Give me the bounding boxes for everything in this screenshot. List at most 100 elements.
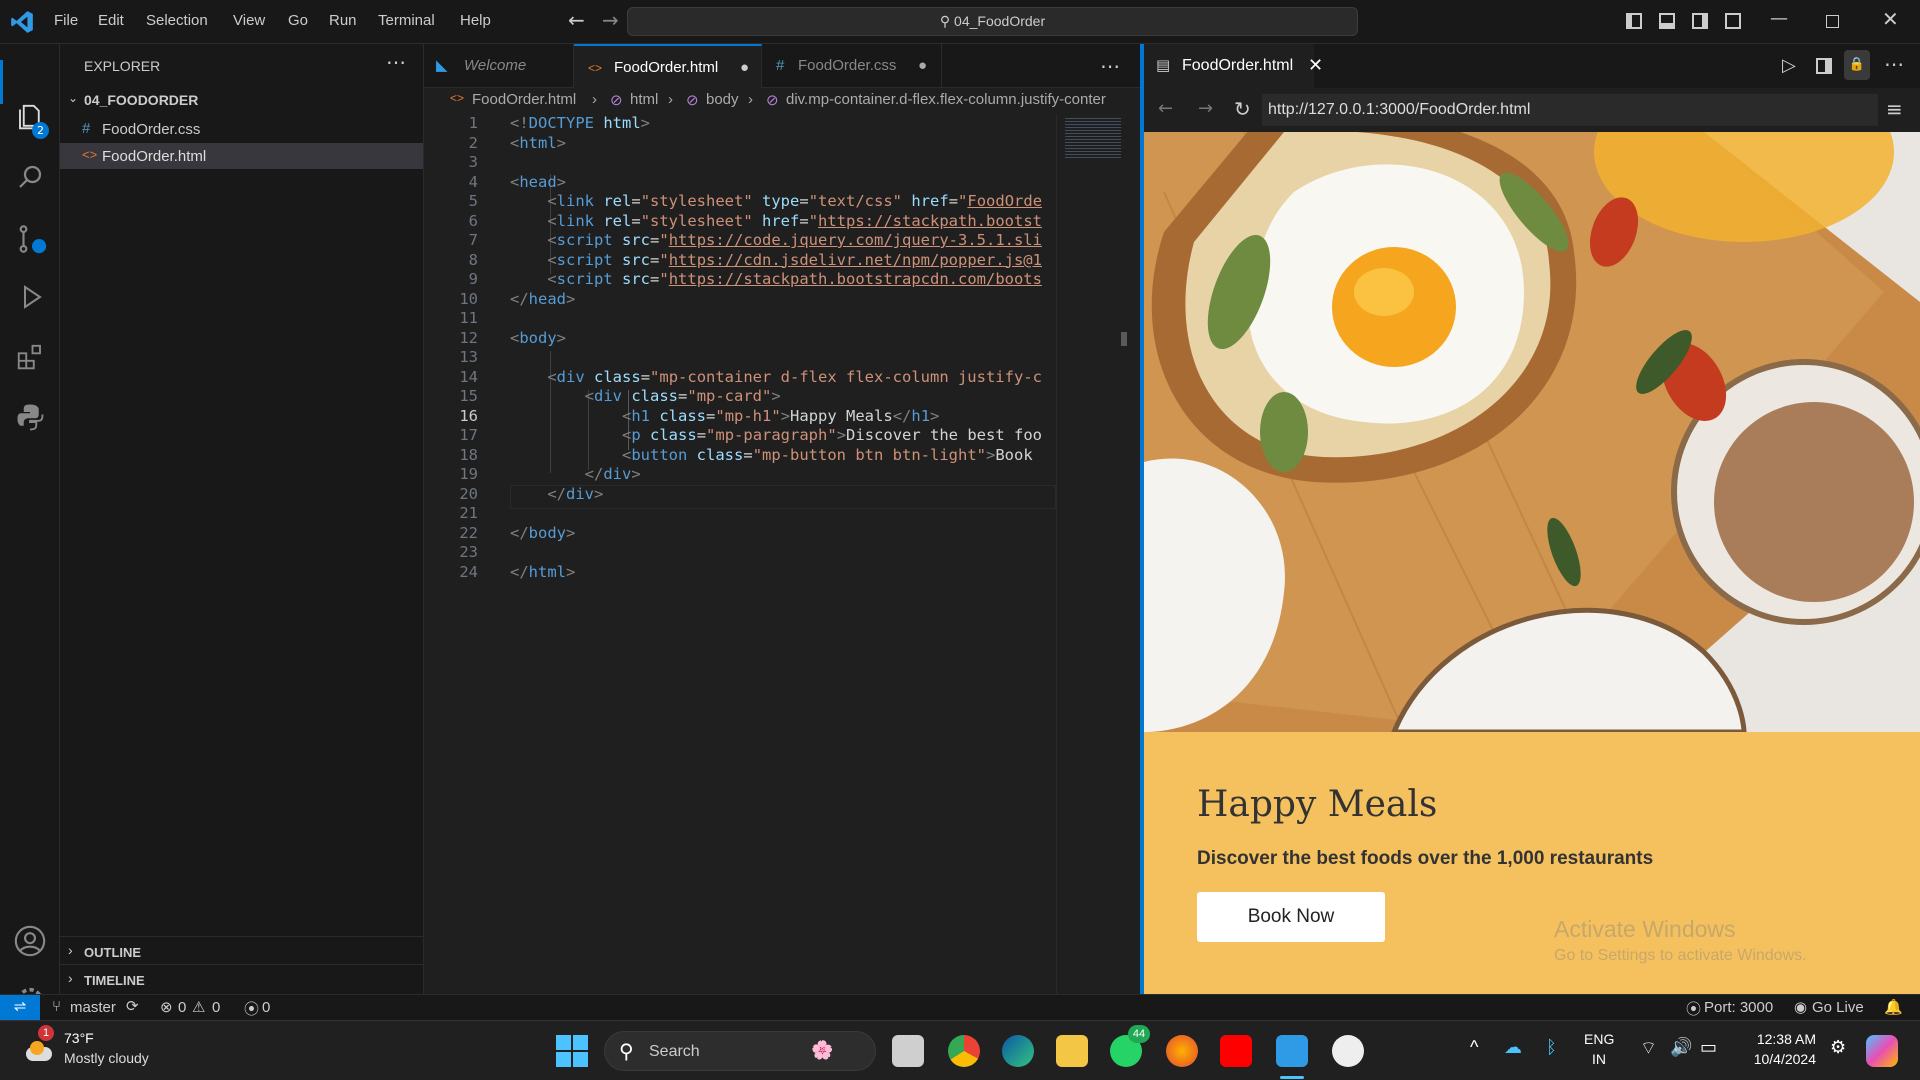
weather-temp[interactable]: 73°F (64, 1030, 94, 1046)
warning-count[interactable]: 0 (212, 999, 220, 1016)
forward-arrow-icon[interactable]: → (1198, 98, 1213, 119)
notification-gear-icon[interactable]: ⚙ (1830, 1037, 1846, 1058)
search-highlight-icon: 🌸 (811, 1040, 834, 1060)
minimize-icon[interactable]: — (1770, 8, 1788, 29)
menu-go[interactable]: Go (288, 12, 308, 29)
reload-icon[interactable]: ↻ (1234, 97, 1251, 121)
close-tab-icon[interactable]: ✕ (1308, 55, 1323, 76)
branch-name[interactable]: master (70, 999, 116, 1016)
windows-start-icon[interactable] (556, 1035, 588, 1067)
task-view-icon[interactable] (892, 1035, 924, 1067)
code-token: </ (510, 289, 529, 308)
menu-help[interactable]: Help (460, 12, 491, 29)
battery-icon[interactable]: ▭ (1700, 1037, 1717, 1058)
tab-foodorder-css[interactable]: # FoodOrder.css ● (762, 44, 942, 88)
scrollbar-thumb[interactable] (1121, 332, 1127, 346)
code-token: = (678, 387, 688, 405)
run-debug-icon[interactable] (15, 282, 45, 312)
accounts-icon[interactable] (13, 924, 47, 958)
vscode-taskbar-icon[interactable] (1276, 1035, 1308, 1067)
ports-count[interactable]: 0 (262, 999, 270, 1016)
clock-date[interactable]: 10/4/2024 (1744, 1051, 1816, 1067)
file-explorer-icon[interactable] (1056, 1035, 1088, 1067)
lang-secondary[interactable]: IN (1592, 1051, 1606, 1067)
edge-icon[interactable] (1002, 1035, 1034, 1067)
menu-selection[interactable]: Selection (146, 12, 208, 29)
code-token: < (510, 133, 520, 152)
folder-row[interactable]: ⌄ 04_FOODORDER (60, 88, 423, 112)
code-token: > (780, 406, 791, 425)
branch-icon[interactable]: ⑂ (52, 998, 61, 1015)
volume-icon[interactable]: 🔊 (1670, 1037, 1692, 1058)
code-token: html (603, 114, 641, 132)
forward-arrow-icon[interactable]: → (602, 8, 619, 32)
menu-terminal[interactable]: Terminal (378, 12, 435, 29)
remote-icon[interactable]: ⇌ (0, 995, 40, 1021)
run-icon[interactable]: ▷ (1782, 55, 1796, 76)
extensions-icon[interactable] (15, 342, 45, 372)
tab-welcome[interactable]: ◣ Welcome (424, 44, 574, 88)
menu-edit[interactable]: Edit (98, 12, 124, 29)
unsaved-dot-icon[interactable]: ● (740, 46, 749, 90)
clock-time[interactable]: 12:38 AM (1744, 1031, 1816, 1047)
notifications-bell-icon[interactable]: 🔔 (1884, 998, 1903, 1016)
more-actions-icon[interactable]: ⋯ (1884, 52, 1904, 76)
search-icon[interactable] (15, 162, 45, 192)
more-actions-icon[interactable]: ⋯ (386, 50, 406, 75)
error-icon[interactable]: ⊗ (160, 998, 173, 1016)
more-actions-icon[interactable]: ⋯ (1100, 54, 1120, 78)
menu-file[interactable]: File (54, 12, 78, 29)
breadcrumb-body[interactable]: body (706, 91, 739, 108)
breadcrumb-div[interactable]: div.mp-container.d-flex.flex-column.just… (786, 91, 1106, 108)
file-item-css[interactable]: # FoodOrder.css (60, 116, 423, 142)
unsaved-dot-icon[interactable]: ● (918, 44, 927, 88)
back-arrow-icon[interactable]: ← (568, 8, 585, 32)
outline-section[interactable]: › OUTLINE (60, 940, 423, 964)
warning-icon[interactable]: ⚠ (192, 998, 205, 1016)
restore-icon[interactable] (1826, 15, 1839, 28)
breadcrumb-file[interactable]: FoodOrder.html (472, 91, 576, 108)
bluetooth-icon[interactable]: ᛒ (1546, 1037, 1557, 1058)
close-window-icon[interactable]: ✕ (1882, 7, 1899, 31)
wifi-icon[interactable]: ⌔ (1640, 1037, 1657, 1060)
explorer-title: EXPLORER (84, 58, 161, 74)
url-input[interactable]: http://127.0.0.1:3000/FoodOrder.html (1262, 94, 1878, 126)
firefox-icon[interactable] (1166, 1035, 1198, 1067)
port-label[interactable]: Port: 3000 (1704, 999, 1773, 1016)
lang-primary[interactable]: ENG (1584, 1031, 1614, 1047)
ports-icon[interactable]: ⦿ (244, 998, 259, 1019)
file-name: FoodOrder.css (102, 121, 201, 138)
weather-desc[interactable]: Mostly cloudy (64, 1050, 149, 1066)
code-editor[interactable]: 1 <!DOCTYPE html> 2 <html> 3 4 <head> 5 <link r… (424, 114, 1056, 994)
copilot-icon[interactable] (1866, 1035, 1898, 1067)
preview-tab[interactable]: ▤ FoodOrder.html ✕ (1144, 44, 1323, 88)
breadcrumb-html[interactable]: html (630, 91, 658, 108)
taskbar-search-box[interactable]: ⚲ Search 🌸 (604, 1031, 876, 1071)
book-now-button[interactable]: Book Now (1197, 892, 1385, 942)
go-live-button[interactable]: Go Live (1812, 999, 1864, 1016)
toggle-sidebar-icon[interactable] (1626, 13, 1642, 29)
app-icon[interactable] (1332, 1035, 1364, 1067)
timeline-section[interactable]: › TIMELINE (60, 968, 423, 992)
sync-icon[interactable]: ⟳ (126, 997, 139, 1015)
youtube-icon[interactable] (1220, 1035, 1252, 1067)
chrome-icon[interactable] (948, 1035, 980, 1067)
source-control-icon[interactable] (15, 222, 49, 256)
menu-run[interactable]: Run (329, 12, 357, 29)
python-icon[interactable] (15, 402, 45, 432)
onedrive-icon[interactable]: ☁ (1504, 1037, 1522, 1058)
customize-layout-icon[interactable] (1725, 13, 1741, 29)
hamburger-menu-icon[interactable]: ≡ (1886, 97, 1903, 121)
menu-view[interactable]: View (233, 12, 265, 29)
split-editor-icon[interactable] (1816, 58, 1832, 74)
error-count[interactable]: 0 (178, 999, 186, 1016)
file-item-html[interactable]: <> FoodOrder.html (60, 143, 423, 169)
toggle-secondary-sidebar-icon[interactable] (1692, 13, 1708, 29)
tab-foodorder-html[interactable]: <> FoodOrder.html ● (574, 44, 762, 88)
chevron-up-icon[interactable]: ^ (1470, 1037, 1478, 1058)
toggle-panel-icon[interactable] (1659, 13, 1675, 29)
lock-icon[interactable]: 🔒 (1844, 50, 1870, 80)
back-arrow-icon[interactable]: ← (1158, 98, 1173, 119)
minimap[interactable] (1056, 114, 1127, 994)
command-center[interactable]: ⚲ 04_FoodOrder (627, 7, 1358, 36)
